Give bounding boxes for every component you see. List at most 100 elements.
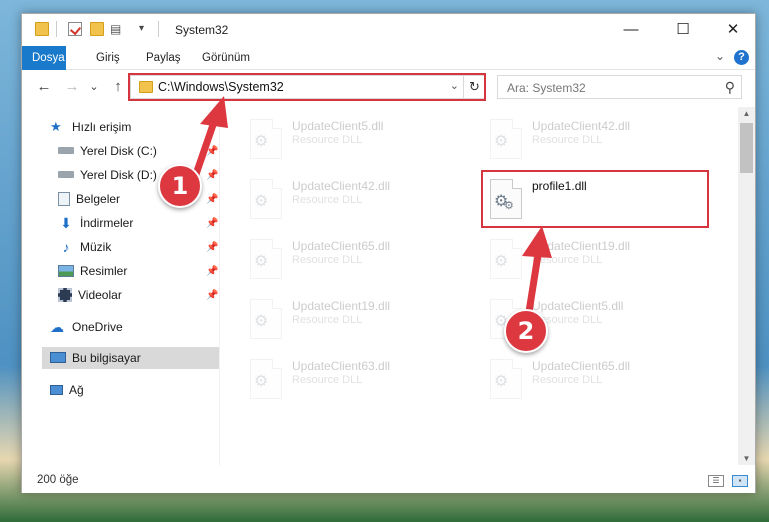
file-list: ⚙ UpdateClient5.dll Resource DLL ⚙ Updat… (220, 107, 738, 465)
item-count: 200 öğe (37, 474, 79, 486)
sidebar-item-music[interactable]: ♪ Müzik (58, 236, 112, 258)
sidebar-item-network[interactable]: Ağ (50, 379, 84, 401)
back-button[interactable]: ← (34, 77, 54, 97)
file-item[interactable]: ⚙ UpdateClient19.dll Resource DLL (482, 235, 712, 287)
scroll-down-icon[interactable]: ▼ (738, 454, 755, 463)
file-name: UpdateClient5.dll (292, 119, 384, 133)
file-type: Resource DLL (532, 134, 603, 146)
file-name: UpdateClient42.dll (532, 119, 631, 133)
videos-icon (58, 287, 72, 302)
help-button[interactable]: ? (734, 50, 749, 65)
new-folder-icon[interactable] (90, 22, 104, 36)
sidebar-item-label: Yerel Disk (C:) (80, 144, 157, 158)
file-name: UpdateClient42.dll (292, 179, 391, 193)
recent-locations-button[interactable]: ⌄ (84, 77, 104, 97)
file-item[interactable]: ⚙ UpdateClient65.dll Resource DLL (242, 235, 472, 287)
drive-icon (58, 171, 74, 179)
gear-icon: ⚙ (254, 193, 269, 210)
close-button[interactable]: ✕ (710, 14, 756, 44)
up-button[interactable]: ↑ (108, 77, 128, 97)
step-2-badge: 2 (504, 309, 548, 353)
file-type: Resource DLL (292, 254, 363, 266)
scrollbar-thumb[interactable] (740, 123, 753, 173)
sidebar-item-label: Hızlı erişim (72, 120, 132, 134)
music-icon: ♪ (62, 238, 70, 255)
file-item[interactable]: ⚙ UpdateClient63.dll Resource DLL (242, 355, 472, 407)
gear-icon: ⚙ (254, 373, 269, 390)
step-1-badge: 1 (158, 164, 202, 208)
sidebar-item-label: Bu bilgisayar (72, 351, 141, 365)
tab-share[interactable]: Paylaş (136, 46, 191, 70)
address-highlight (128, 73, 486, 101)
gear-icon: ⚙ (494, 253, 509, 270)
gear-icon: ⚙ (494, 133, 509, 150)
cloud-icon: ☁ (50, 318, 64, 335)
pin-icon[interactable]: 📌 (206, 242, 218, 253)
tab-home[interactable]: Giriş (86, 46, 130, 70)
minimize-button[interactable]: — (608, 14, 654, 44)
file-name: UpdateClient63.dll (292, 359, 391, 373)
pin-icon[interactable]: 📌 (206, 194, 218, 205)
file-name: UpdateClient5.dll (532, 299, 624, 313)
sidebar-item-quick-access[interactable]: ★ Hızlı erişim (50, 116, 131, 138)
network-icon (50, 384, 63, 395)
file-item[interactable]: ⚙ UpdateClient42.dll Resource DLL (242, 175, 472, 227)
sidebar-item-pictures[interactable]: Resimler (58, 260, 127, 282)
gear-icon: ⚙ (254, 313, 269, 330)
file-item[interactable]: ⚙ UpdateClient19.dll Resource DLL (242, 295, 472, 347)
sidebar-item-label: İndirmeler (80, 216, 134, 230)
vertical-scrollbar[interactable]: ▲ ▼ (738, 107, 755, 465)
window-title: System32 (175, 23, 229, 37)
navigation-pane: ★ Hızlı erişim Yerel Disk (C:) Yerel Disk… (22, 107, 219, 465)
search-input[interactable]: Ara: System32 ⚲ (497, 75, 742, 99)
search-icon[interactable]: ⚲ (725, 79, 735, 96)
pin-icon[interactable]: 📌 (206, 170, 218, 181)
file-name: UpdateClient65.dll (532, 359, 631, 373)
file-name: UpdateClient19.dll (292, 299, 391, 313)
chevron-down-icon[interactable]: ▾ (139, 22, 153, 36)
properties-icon[interactable] (68, 22, 82, 36)
gear-icon: ⚙ (254, 133, 269, 150)
forward-button[interactable]: → (62, 77, 82, 97)
expand-ribbon-icon[interactable]: ⌄ (715, 49, 725, 63)
file-type: Resource DLL (292, 194, 363, 206)
file-type: Resource DLL (292, 134, 363, 146)
gear-icon: ⚙ (254, 253, 269, 270)
pin-icon[interactable]: 📌 (206, 218, 218, 229)
sidebar-item-onedrive[interactable]: ☁ OneDrive (50, 316, 123, 338)
scroll-up-icon[interactable]: ▲ (738, 109, 755, 118)
customize-toolbar-icon[interactable]: ▤ (110, 22, 124, 36)
tab-view[interactable]: Görünüm (192, 46, 260, 70)
sidebar-item-videos[interactable]: Videolar (58, 284, 122, 306)
computer-icon (50, 352, 66, 364)
sidebar-item-label: Belgeler (76, 192, 121, 206)
pin-icon[interactable]: 📌 (206, 266, 218, 277)
pin-icon[interactable]: 📌 (206, 146, 218, 157)
sidebar-item-downloads[interactable]: ⬇ İndirmeler (58, 212, 133, 234)
sidebar-item-local-disk-d[interactable]: Yerel Disk (D:) (58, 164, 157, 186)
large-icons-view-icon[interactable]: ▪ (732, 475, 748, 487)
sidebar-item-label: Videolar (78, 288, 122, 302)
pin-icon[interactable]: 📌 (206, 290, 218, 301)
file-type: Resource DLL (532, 254, 603, 266)
file-item[interactable]: ⚙ UpdateClient5.dll Resource DLL (242, 115, 472, 167)
sidebar-item-documents[interactable]: Belgeler (58, 188, 120, 210)
folder-icon (35, 22, 49, 36)
drive-icon (58, 147, 74, 155)
file-name: UpdateClient65.dll (292, 239, 391, 253)
file-item[interactable]: ⚙ UpdateClient65.dll Resource DLL (482, 355, 712, 407)
documents-icon (58, 191, 70, 206)
gear-icon: ⚙ (494, 373, 509, 390)
sidebar-item-label: OneDrive (72, 320, 123, 334)
status-bar: 200 öğe ☰ ▪ (22, 469, 755, 493)
sidebar-item-this-pc[interactable]: Bu bilgisayar (42, 347, 219, 369)
pictures-icon (58, 264, 74, 277)
divider (56, 21, 57, 37)
tab-file[interactable]: Dosya (22, 46, 66, 70)
details-view-icon[interactable]: ☰ (708, 475, 724, 487)
file-item[interactable]: ⚙ UpdateClient42.dll Resource DLL (482, 115, 712, 167)
sidebar-item-local-disk-c[interactable]: Yerel Disk (C:) (58, 140, 157, 162)
sidebar-item-label: Resimler (80, 264, 128, 278)
maximize-button[interactable]: ☐ (660, 14, 706, 44)
divider (158, 21, 159, 37)
